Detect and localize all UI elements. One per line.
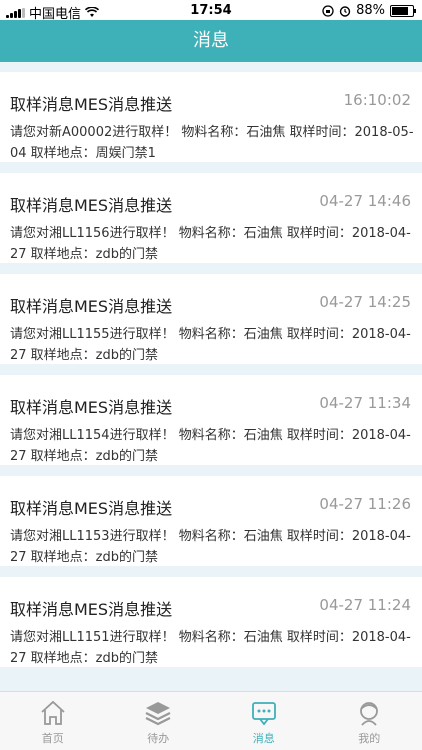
battery-icon (390, 4, 416, 17)
tab-messages[interactable]: 消息 (211, 692, 317, 750)
tab-home-label: 首页 (41, 732, 64, 745)
tab-todo-label: 待办 (147, 732, 170, 745)
message-card[interactable]: 取样消息MES消息推送 04-27 14:46 请您对湘LL1156进行取样！ 物料… (0, 173, 422, 263)
tab-todo[interactable]: 待办 (106, 692, 212, 750)
page-title: 消息 (193, 30, 229, 51)
home-icon (41, 700, 65, 725)
message-list[interactable]: 取样消息MES消息推送 16:10:02 请您对新A00002进行取样！ 物料名称：… (0, 72, 422, 678)
message-body: 请您对湘LL1155进行取样！ 物料名称：石油焦 取样时间：2018-04-27… (10, 327, 411, 363)
message-title: 取样消息MES消息推送 (10, 196, 173, 215)
message-card[interactable]: 取样消息MES消息推送 16:10:02 请您对新A00002进行取样！ 物料名称：… (0, 72, 422, 162)
message-time: 04-27 11:26 (319, 495, 411, 513)
message-title: 取样消息MES消息推送 (10, 297, 173, 316)
message-time: 16:10:02 (343, 91, 411, 109)
message-time: 04-27 11:24 (319, 596, 411, 614)
message-card[interactable]: 取样消息MES消息推送 04-27 11:24 请您对湘LL1151进行取样！ 物料… (0, 577, 422, 667)
layers-icon (145, 702, 171, 726)
message-body: 请您对湘LL1151进行取样！ 物料名称：石油焦 取样时间：2018-04-27… (10, 630, 411, 666)
message-title: 取样消息MES消息推送 (10, 95, 173, 114)
tab-mine-label: 我的 (358, 732, 381, 745)
user-icon (360, 702, 379, 726)
message-card[interactable]: 取样消息MES消息推送 04-27 14:25 请您对湘LL1155进行取样！ 物料… (0, 274, 422, 364)
alarm-icon (339, 5, 351, 17)
message-card[interactable]: 取样消息MES消息推送 04-27 11:34 请您对湘LL1154进行取样！ 物料… (0, 375, 422, 465)
message-title: 取样消息MES消息推送 (10, 499, 173, 518)
message-body: 请您对湘LL1153进行取样！ 物料名称：石油焦 取样时间：2018-04-27… (10, 529, 411, 565)
tab-home[interactable]: 首页 (0, 692, 106, 750)
battery-percent: 88% (356, 3, 385, 18)
tab-messages-label: 消息 (252, 732, 275, 745)
tab-bar: 首页 待办 消息 我的 (0, 691, 422, 750)
status-right: 88% (322, 3, 416, 18)
message-body: 请您对湘LL1154进行取样！ 物料名称：石油焦 取样时间：2018-04-27… (10, 428, 411, 464)
message-time: 04-27 14:25 (319, 293, 411, 311)
message-card[interactable]: 取样消息MES消息推送 04-27 11:26 请您对湘LL1153进行取样！ 物料… (0, 476, 422, 566)
status-bar: 中国电信 17:54 88% (0, 0, 422, 22)
message-title: 取样消息MES消息推送 (10, 398, 173, 417)
tab-mine[interactable]: 我的 (317, 692, 422, 750)
message-time: 04-27 11:34 (319, 394, 411, 412)
chat-icon (251, 702, 276, 726)
page-header: 消息 (0, 20, 422, 62)
message-body: 请您对湘LL1156进行取样！ 物料名称：石油焦 取样时间：2018-04-27… (10, 226, 411, 262)
orientation-lock-icon (322, 4, 334, 17)
message-body: 请您对新A00002进行取样！ 物料名称：石油焦 取样时间：2018-05-04… (10, 125, 414, 161)
message-time: 04-27 14:46 (319, 192, 411, 210)
message-title: 取样消息MES消息推送 (10, 600, 173, 619)
